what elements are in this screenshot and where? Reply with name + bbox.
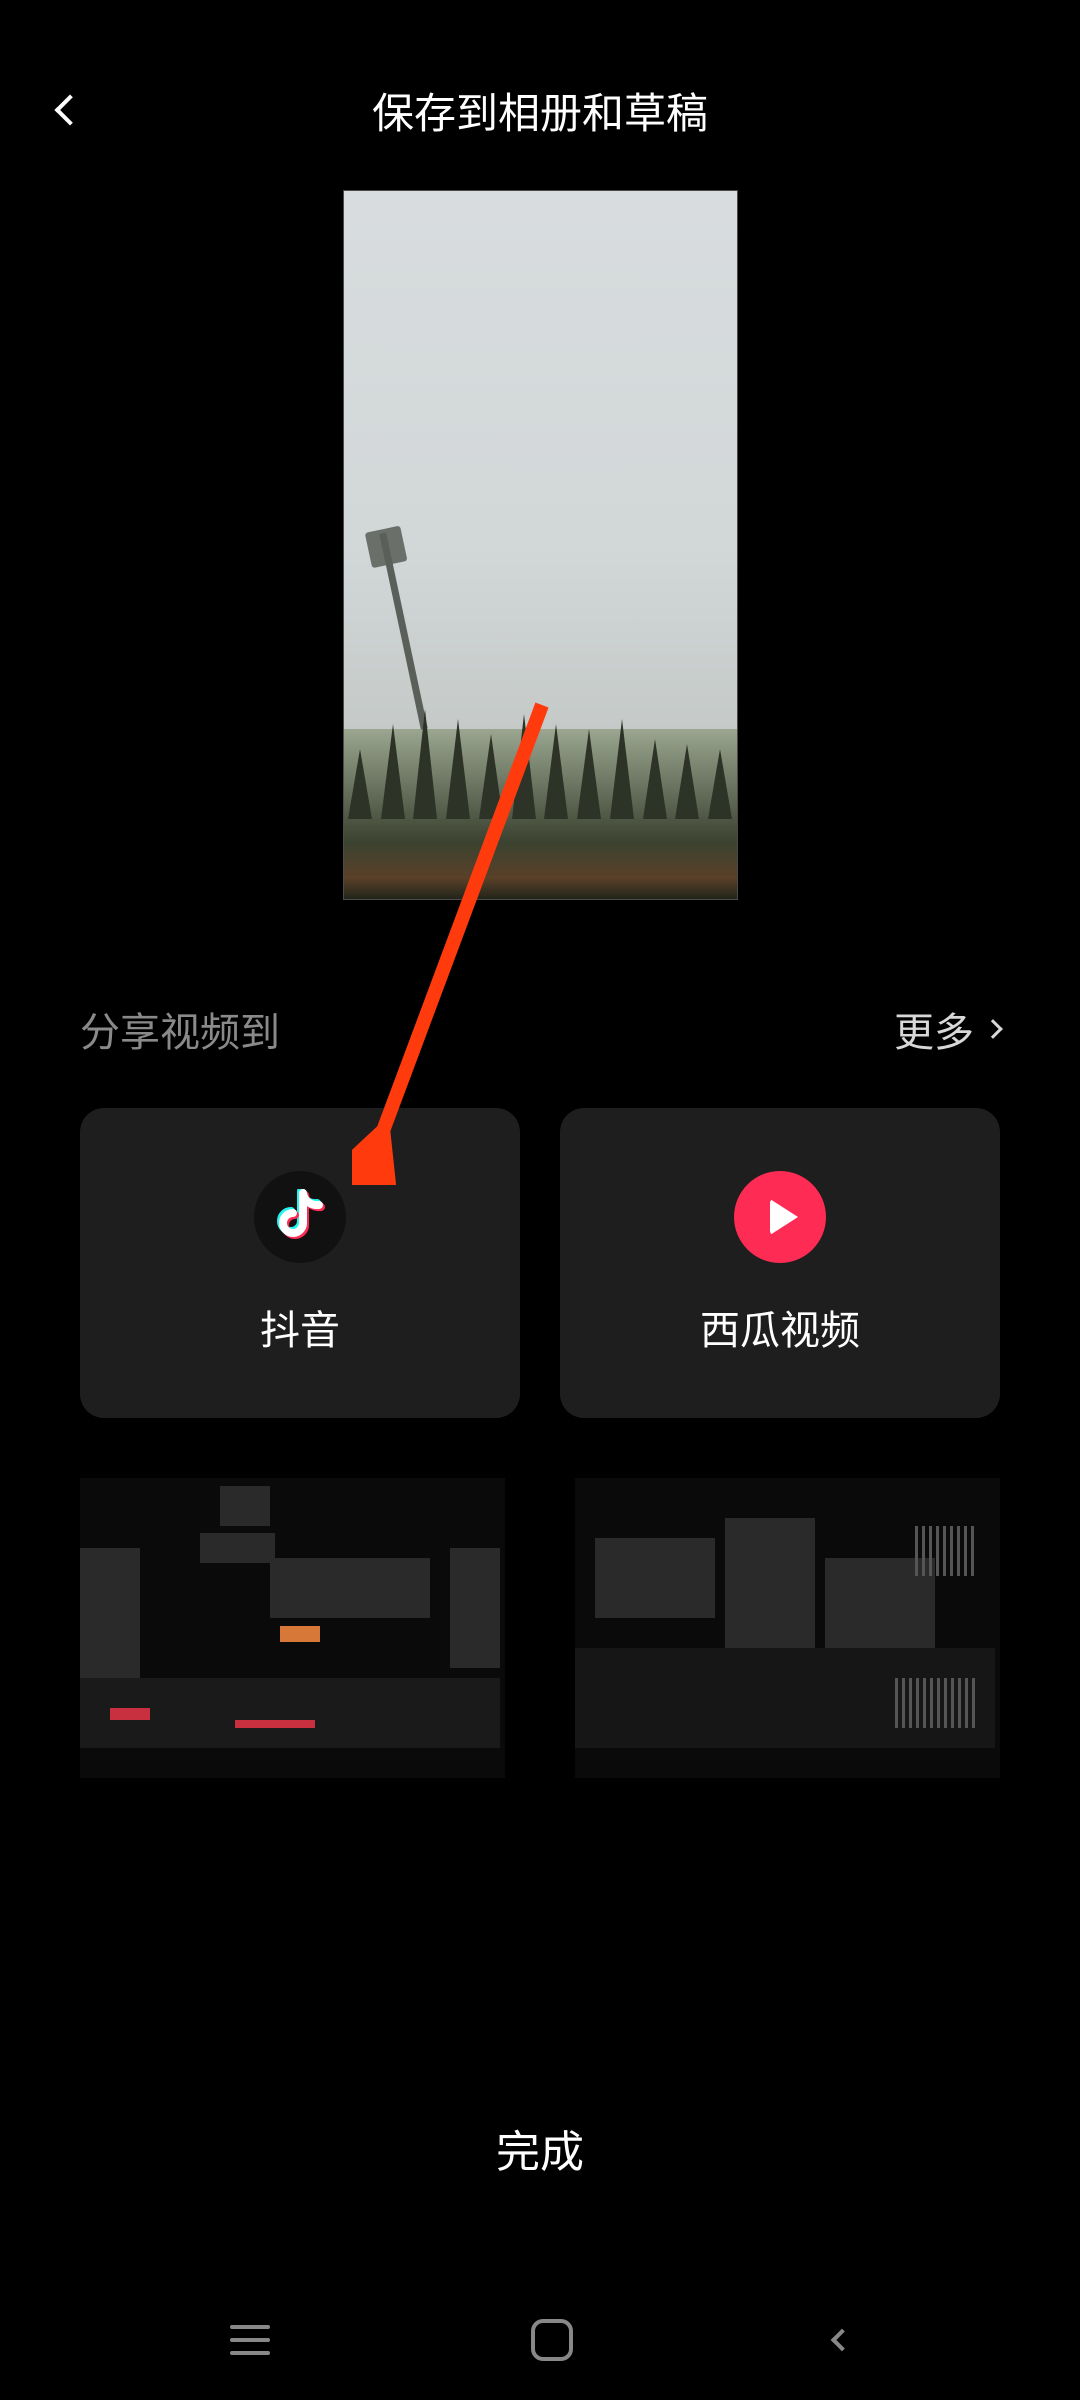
video-preview-thumbnail[interactable] — [343, 190, 738, 900]
douyin-label: 抖音 — [260, 1298, 340, 1356]
douyin-share-card[interactable]: 抖音 — [80, 1108, 520, 1418]
share-cards: 抖音 西瓜视频 — [80, 1108, 1000, 1418]
nav-back-button[interactable] — [830, 2329, 853, 2352]
douyin-icon — [254, 1171, 346, 1263]
template-thumbnail-2[interactable] — [575, 1478, 1000, 1778]
chevron-right-icon — [983, 1019, 1003, 1039]
share-section: 分享视频到 更多 抖音 西瓜视频 — [0, 1000, 1080, 1418]
templates-row — [0, 1478, 1080, 1778]
system-navbar — [0, 2280, 1080, 2400]
play-icon — [770, 1199, 798, 1235]
xigua-label: 西瓜视频 — [700, 1298, 860, 1356]
back-button[interactable] — [50, 90, 90, 130]
more-button[interactable]: 更多 — [894, 1000, 1000, 1058]
header: 保存到相册和草稿 — [0, 0, 1080, 160]
video-preview-container — [0, 190, 1080, 900]
xigua-share-card[interactable]: 西瓜视频 — [560, 1108, 1000, 1418]
nav-home-button[interactable] — [531, 2319, 573, 2361]
page-title: 保存到相册和草稿 — [372, 80, 708, 141]
share-header: 分享视频到 更多 — [80, 1000, 1000, 1058]
template-thumbnail-1[interactable] — [80, 1478, 505, 1778]
done-button[interactable]: 完成 — [496, 2116, 584, 2180]
more-label: 更多 — [894, 1000, 974, 1058]
nav-recent-button[interactable] — [230, 2325, 270, 2355]
chevron-left-icon — [54, 94, 85, 125]
share-label: 分享视频到 — [80, 1000, 280, 1058]
xigua-icon — [734, 1171, 826, 1263]
